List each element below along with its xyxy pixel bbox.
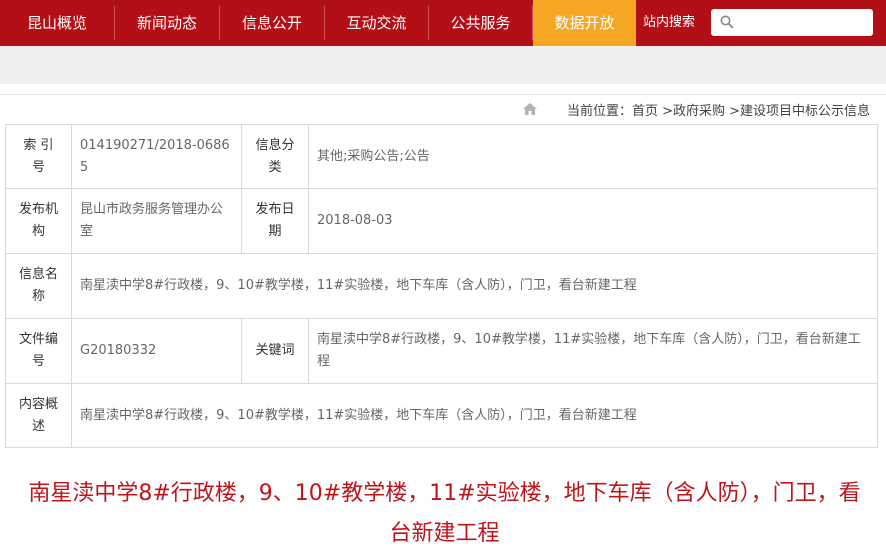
keyword-label: 关键词 bbox=[241, 318, 309, 384]
date-value: 2018-08-03 bbox=[308, 188, 878, 254]
table-row: 索 引 号 014190271/2018-06865 信息分类 其他;采购公告;… bbox=[5, 124, 878, 189]
publisher-label: 发布机构 bbox=[5, 188, 72, 254]
divider bbox=[0, 94, 886, 95]
nav-item-overview[interactable]: 昆山概览 bbox=[0, 0, 114, 46]
publisher-value: 昆山市政务服务管理办公室 bbox=[71, 188, 242, 254]
project-headline: 南星渎中学8#行政楼，9、10#教学楼，11#实验楼，地下车库（含人防），门卫，… bbox=[28, 481, 861, 546]
info-table: 索 引 号 014190271/2018-06865 信息分类 其他;采购公告;… bbox=[5, 124, 878, 448]
category-label: 信息分类 bbox=[241, 124, 309, 189]
nav-item-disclosure[interactable]: 信息公开 bbox=[220, 0, 324, 46]
index-label: 索 引 号 bbox=[5, 124, 72, 189]
file-number-label: 文件编号 bbox=[5, 318, 72, 384]
nav-item-interaction[interactable]: 互动交流 bbox=[325, 0, 428, 46]
category-value: 其他;采购公告;公告 bbox=[308, 124, 878, 189]
home-icon bbox=[523, 103, 537, 115]
file-number-value: G20180332 bbox=[71, 318, 242, 384]
name-value: 南星渎中学8#行政楼，9、10#教学楼，11#实验楼，地下车库（含人防），门卫，… bbox=[71, 253, 878, 319]
banner-strip bbox=[0, 46, 886, 84]
table-row: 文件编号 G20180332 关键词 南星渎中学8#行政楼，9、10#教学楼，1… bbox=[5, 318, 878, 384]
top-nav: 昆山概览 新闻动态 信息公开 互动交流 公共服务 数据开放 站内搜索 bbox=[0, 0, 886, 46]
table-row: 发布机构 昆山市政务服务管理办公室 发布日期 2018-08-03 bbox=[5, 188, 878, 254]
breadcrumb: 当前位置：首页 >政府采购 >建设项目中标公示信息 bbox=[0, 94, 886, 124]
site-search-label: 站内搜索 bbox=[643, 15, 696, 30]
summary-label: 内容概述 bbox=[5, 383, 72, 448]
nav-item-news[interactable]: 新闻动态 bbox=[115, 0, 219, 46]
date-label: 发布日期 bbox=[241, 188, 309, 254]
table-row: 内容概述 南星渎中学8#行政楼，9、10#教学楼，11#实验楼，地下车库（含人防… bbox=[5, 383, 878, 448]
summary-value: 南星渎中学8#行政楼，9、10#教学楼，11#实验楼，地下车库（含人防），门卫，… bbox=[71, 383, 878, 448]
index-value: 014190271/2018-06865 bbox=[71, 124, 242, 189]
nav-item-open-data[interactable]: 数据开放 bbox=[533, 0, 636, 46]
search-input[interactable] bbox=[711, 9, 873, 36]
breadcrumb-text[interactable]: 当前位置：首页 >政府采购 >建设项目中标公示信息 bbox=[567, 100, 870, 119]
name-label: 信息名称 bbox=[5, 253, 72, 319]
table-row: 信息名称 南星渎中学8#行政楼，9、10#教学楼，11#实验楼，地下车库（含人防… bbox=[5, 253, 878, 319]
search-icon[interactable] bbox=[720, 15, 734, 29]
nav-item-public-service[interactable]: 公共服务 bbox=[429, 0, 532, 46]
keyword-value: 南星渎中学8#行政楼，9、10#教学楼，11#实验楼，地下车库（含人防），门卫，… bbox=[308, 318, 878, 384]
